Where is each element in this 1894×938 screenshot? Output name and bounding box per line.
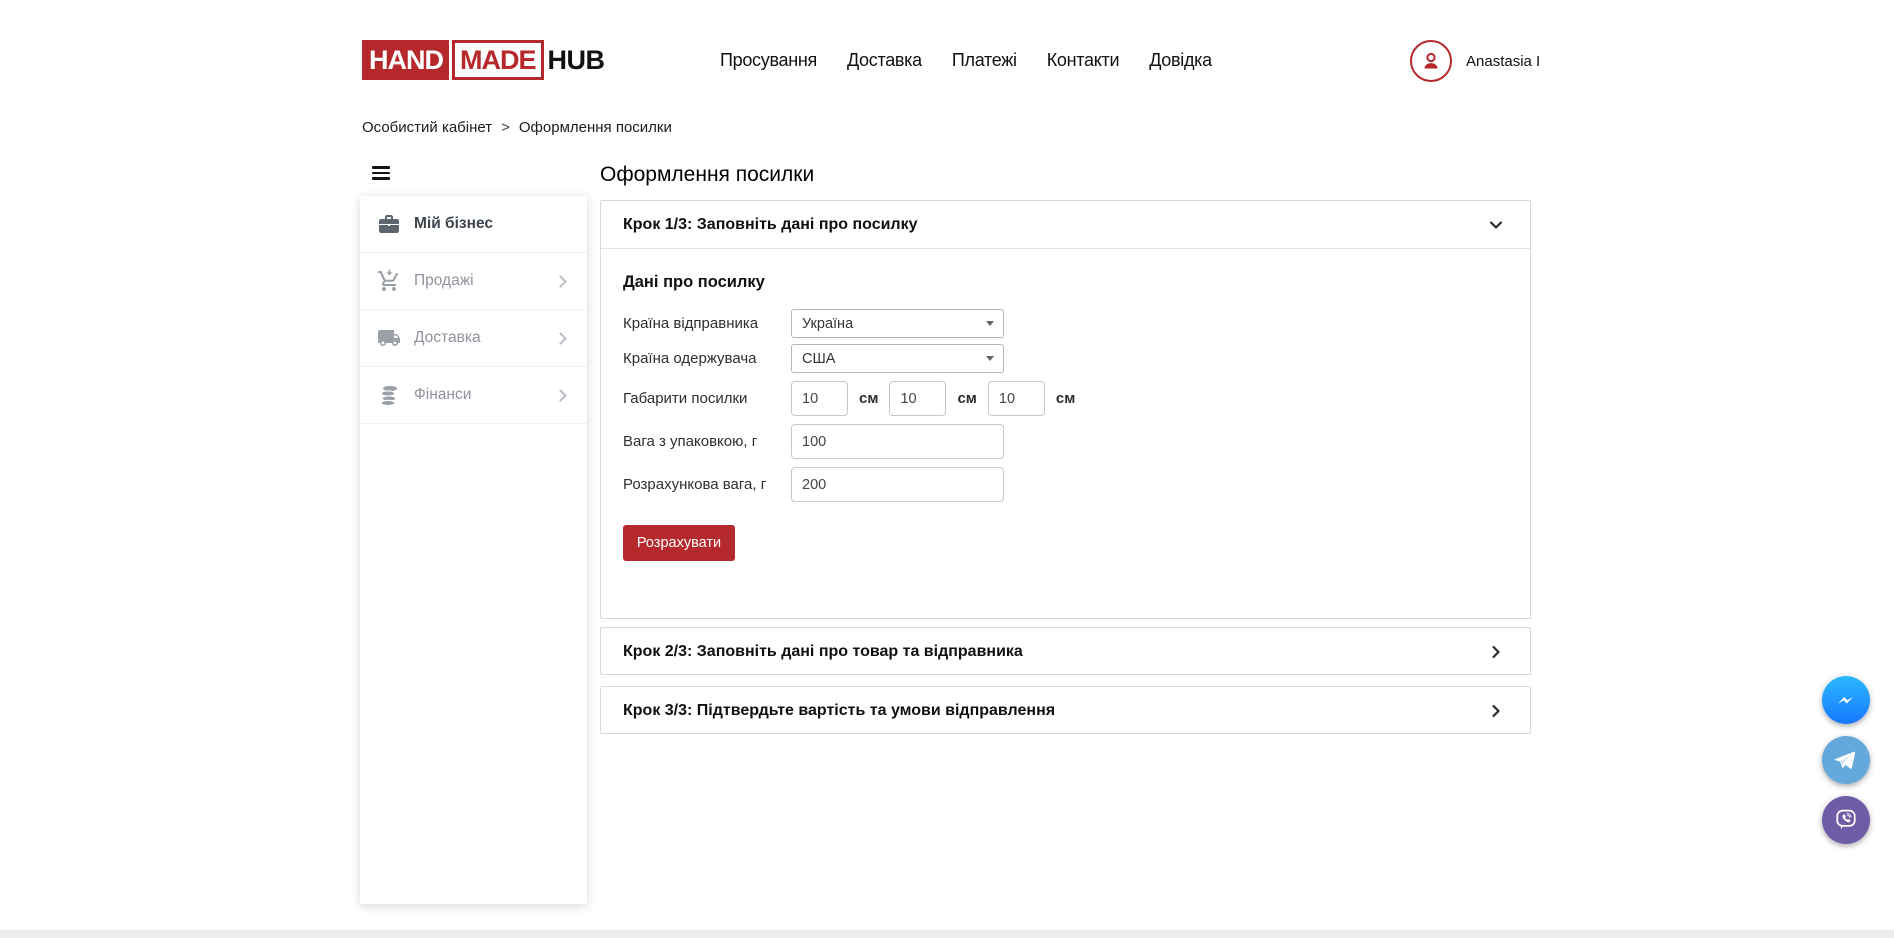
logo-hub: HUB [544, 40, 605, 80]
user-name[interactable]: Anastasia I [1466, 53, 1540, 70]
step3-header[interactable]: Крок 3/3: Підтвердьте вартість та умови … [601, 687, 1530, 735]
weight-label: Вага з упаковкою, г [623, 433, 791, 450]
user-avatar[interactable] [1410, 40, 1452, 82]
sidebar-item-my-business[interactable]: Мій бізнес [360, 196, 587, 253]
nav-payments[interactable]: Платежі [952, 50, 1017, 71]
recipient-country-value: США [802, 351, 835, 367]
calculate-button[interactable]: Розрахувати [623, 525, 735, 561]
chevron-right-icon [1488, 644, 1504, 660]
social-buttons [1822, 676, 1870, 844]
messenger-button[interactable] [1822, 676, 1870, 724]
chevron-right-icon [554, 389, 567, 402]
sender-country-value: Україна [802, 316, 853, 332]
truck-icon [377, 326, 401, 350]
step2-header[interactable]: Крок 2/3: Заповніть дані про товар та ві… [601, 628, 1530, 676]
main-nav: Просування Доставка Платежі Контакти Дов… [720, 50, 1212, 71]
dimensions-row: Габарити посилки см см см [623, 381, 1508, 416]
recipient-country-select[interactable]: США [791, 344, 1004, 373]
page-title: Оформлення посилки [600, 163, 814, 187]
step1-header[interactable]: Крок 1/3: Заповніть дані про посилку [601, 201, 1530, 249]
dimensions-inputs: см см см [791, 381, 1075, 416]
step3-label: Крок 3/3: Підтвердьте вартість та умови … [623, 702, 1055, 720]
weight-row: Вага з упаковкою, г [623, 424, 1508, 459]
viber-button[interactable] [1822, 796, 1870, 844]
telegram-icon [1831, 745, 1861, 775]
nav-help[interactable]: Довідка [1149, 50, 1212, 71]
step1-label: Крок 1/3: Заповніть дані про посилку [623, 216, 918, 234]
messenger-icon [1831, 685, 1861, 715]
shopping-cart-icon [377, 269, 401, 293]
brand-logo[interactable]: HAND MADE HUB [362, 40, 605, 80]
dimensions-label: Габарити посилки [623, 390, 791, 407]
nav-contacts[interactable]: Контакти [1047, 50, 1119, 71]
sidebar-item-sales[interactable]: Продажі [360, 253, 587, 310]
chevron-down-icon [1488, 217, 1504, 233]
chevron-right-icon [554, 332, 567, 345]
footer-strip [0, 930, 1894, 938]
step1-body: Дані про посилку Країна відправника Укра… [601, 249, 1530, 561]
recipient-country-row: Країна одержувача США [623, 344, 1508, 373]
unit-cm: см [957, 390, 976, 407]
sidebar-label-my-business: Мій бізнес [414, 215, 571, 233]
unit-cm: см [1056, 390, 1075, 407]
dimension-height-input[interactable] [988, 381, 1045, 416]
sender-country-row: Країна відправника Україна [623, 309, 1508, 338]
page: HAND MADE HUB Просування Доставка Платеж… [0, 0, 1894, 938]
caret-down-icon [986, 356, 994, 361]
step2-card: Крок 2/3: Заповніть дані про товар та ві… [600, 627, 1531, 675]
calc-weight-label: Розрахункова вага, г [623, 476, 791, 493]
step3-card: Крок 3/3: Підтвердьте вартість та умови … [600, 686, 1531, 734]
logo-made: MADE [452, 40, 544, 80]
logo-hand: HAND [362, 40, 449, 80]
recipient-country-label: Країна одержувача [623, 350, 791, 367]
calc-weight-row: Розрахункова вага, г [623, 467, 1508, 502]
sidebar-item-delivery[interactable]: Доставка [360, 310, 587, 367]
nav-promotion[interactable]: Просування [720, 50, 817, 71]
breadcrumb: Особистий кабінет > Оформлення посилки [362, 119, 672, 136]
dimension-width-input[interactable] [889, 381, 946, 416]
sidebar-label-delivery: Доставка [414, 329, 556, 347]
telegram-button[interactable] [1822, 736, 1870, 784]
chevron-right-icon [554, 275, 567, 288]
briefcase-icon [377, 212, 401, 236]
person-icon [1419, 49, 1443, 73]
user-box: Anastasia I [1410, 40, 1540, 82]
breadcrumb-separator: > [501, 119, 510, 136]
breadcrumb-parcel[interactable]: Оформлення посилки [519, 119, 672, 136]
sender-country-label: Країна відправника [623, 315, 791, 332]
chevron-right-icon [1488, 703, 1504, 719]
breadcrumb-personal-cabinet[interactable]: Особистий кабінет [362, 119, 492, 136]
sender-country-select[interactable]: Україна [791, 309, 1004, 338]
viber-icon [1832, 806, 1860, 834]
step1-card: Крок 1/3: Заповніть дані про посилку Дан… [600, 200, 1531, 619]
sidebar-item-finance[interactable]: Фінанси [360, 367, 587, 424]
coins-icon [377, 383, 401, 407]
hamburger-menu-icon[interactable] [372, 166, 390, 180]
sidebar-label-sales: Продажі [414, 272, 556, 290]
weight-input[interactable] [791, 424, 1004, 459]
sidebar-label-finance: Фінанси [414, 386, 556, 404]
nav-delivery[interactable]: Доставка [847, 50, 922, 71]
step2-label: Крок 2/3: Заповніть дані про товар та ві… [623, 643, 1023, 661]
calc-weight-input[interactable] [791, 467, 1004, 502]
unit-cm: см [859, 390, 878, 407]
dimension-length-input[interactable] [791, 381, 848, 416]
parcel-data-title: Дані про посилку [623, 273, 1508, 292]
sidebar: Мій бізнес Продажі Доставка Фінан [360, 196, 587, 904]
caret-down-icon [986, 321, 994, 326]
